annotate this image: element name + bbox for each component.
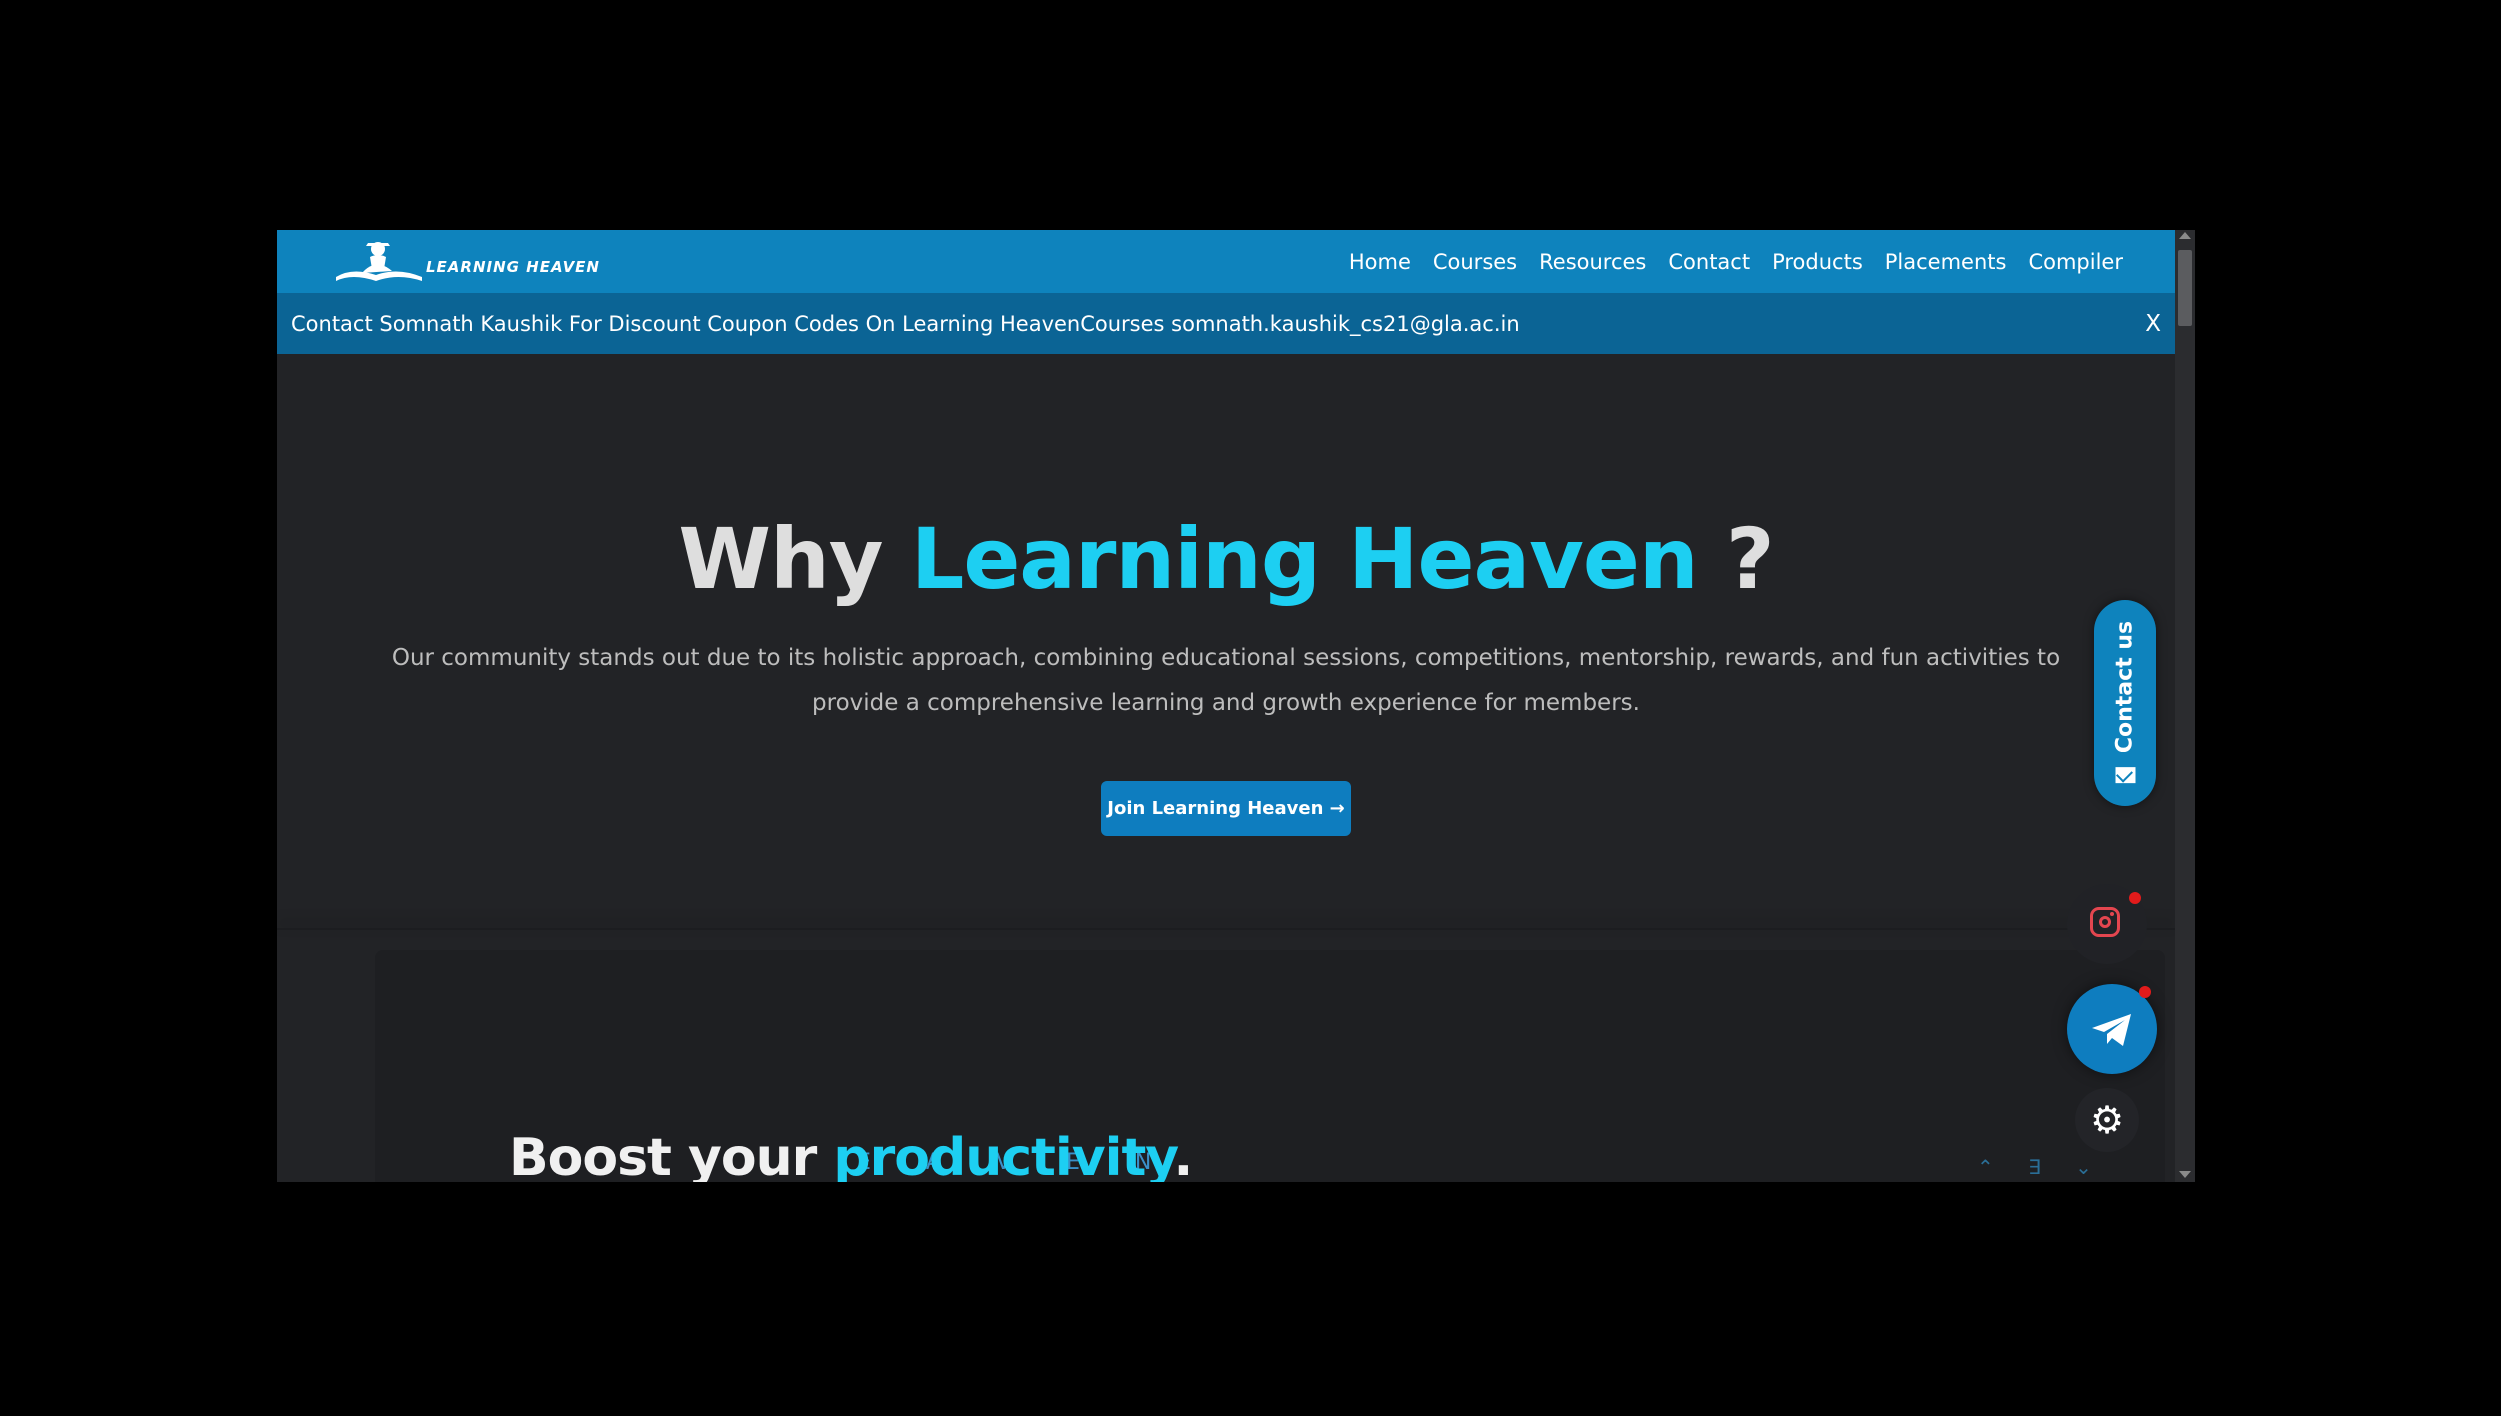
contact-us-label: Contact us xyxy=(2112,620,2138,754)
instagram-icon xyxy=(2090,907,2120,937)
nav-compiler[interactable]: Compiler xyxy=(2028,250,2123,274)
scrollbar[interactable] xyxy=(2175,230,2195,1182)
nav-contact[interactable]: Contact xyxy=(1668,250,1750,274)
notification-dot xyxy=(2139,986,2151,998)
instagram-button[interactable] xyxy=(2067,884,2147,964)
decorative-arrows-icon: ⌃ ∃ ⌄ xyxy=(1977,1155,2106,1179)
hero-title-suffix: ? xyxy=(1697,510,1775,608)
mail-icon xyxy=(2115,767,2135,784)
nav-products[interactable]: Products xyxy=(1772,250,1863,274)
nav-courses[interactable]: Courses xyxy=(1433,250,1517,274)
logo-reader-icon xyxy=(336,242,422,281)
scroll-down-arrow-icon[interactable] xyxy=(2179,1171,2191,1178)
boost-title-suffix: . xyxy=(1173,1128,1193,1182)
logo-text: LEARNING HEAVEN xyxy=(426,258,600,276)
announcement-bar: Contact Somnath Kaushik For Discount Cou… xyxy=(277,293,2175,354)
contact-us-tab[interactable]: Contact us xyxy=(2094,600,2156,806)
announcement-text: Contact Somnath Kaushik For Discount Cou… xyxy=(291,311,1520,336)
nav-resources[interactable]: Resources xyxy=(1539,250,1646,274)
hero-title-accent: Learning Heaven xyxy=(910,510,1699,608)
browser-viewport: LEARNING HEAVEN Home Courses Resources C… xyxy=(277,230,2195,1182)
boost-title-prefix: Boost your xyxy=(509,1128,834,1182)
hero-title: Why Learning Heaven ? xyxy=(277,510,2175,608)
telegram-button[interactable] xyxy=(2067,984,2157,1074)
hero-title-prefix: Why xyxy=(678,510,911,608)
boost-title-accent: productivity xyxy=(833,1128,1174,1182)
scroll-up-arrow-icon[interactable] xyxy=(2179,232,2191,239)
nav-home[interactable]: Home xyxy=(1349,250,1411,274)
boost-title: Boost your productivity. xyxy=(509,1128,1193,1182)
join-learning-heaven-button[interactable]: Join Learning Heaven → xyxy=(1101,781,1351,836)
settings-button[interactable]: ⚙ xyxy=(2075,1088,2139,1152)
nav-placements[interactable]: Placements xyxy=(1885,250,2007,274)
notification-dot xyxy=(2129,892,2141,904)
logo[interactable]: LEARNING HEAVEN xyxy=(332,235,642,287)
scrollbar-thumb[interactable] xyxy=(2178,250,2192,326)
navbar: LEARNING HEAVEN Home Courses Resources C… xyxy=(277,230,2175,293)
nav-links: Home Courses Resources Contact Products … xyxy=(1327,230,2123,293)
gear-icon: ⚙ xyxy=(2089,1098,2125,1142)
hero-description: Our community stands out due to its holi… xyxy=(391,645,2061,716)
section-divider xyxy=(277,928,2175,930)
contact-us-content: Contact us xyxy=(2113,621,2138,785)
announcement-close-button[interactable]: X xyxy=(2145,311,2161,337)
